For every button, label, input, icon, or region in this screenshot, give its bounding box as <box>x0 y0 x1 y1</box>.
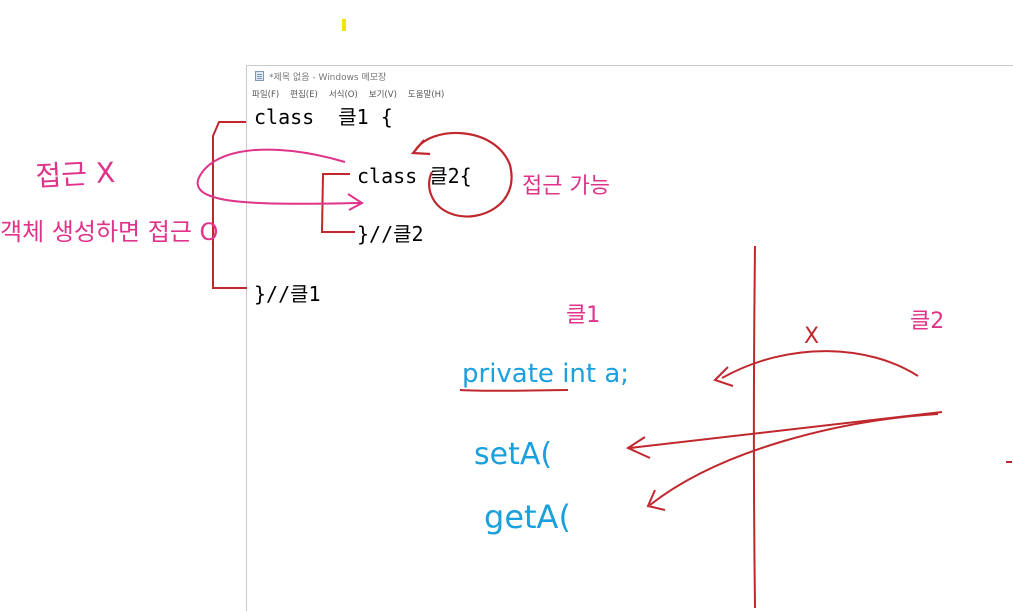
menu-bar: 파일(F) 편집(E) 서식(O) 보기(V) 도움말(H) <box>247 86 1013 102</box>
code-line-class2-close: }//클2 <box>357 222 424 246</box>
note-no-access: 접근 X <box>35 156 116 193</box>
menu-view[interactable]: 보기(V) <box>369 88 397 100</box>
title-bar[interactable]: *제목 없음 - Windows 메모장 <box>247 66 1013 86</box>
menu-file[interactable]: 파일(F) <box>252 88 279 100</box>
notepad-icon <box>255 71 265 81</box>
code-line-class1-close: }//클1 <box>254 282 321 306</box>
code-line-class2-open: class 클2{ <box>357 164 472 188</box>
text-editor-area[interactable]: class 클1 { class 클2{ }//클2 }//클1 <box>247 102 1013 612</box>
menu-format[interactable]: 서식(O) <box>329 88 358 100</box>
window-title: *제목 없음 - Windows 메모장 <box>269 72 387 83</box>
notepad-window[interactable]: *제목 없음 - Windows 메모장 파일(F) 편집(E) 서식(O) 보… <box>246 65 1013 611</box>
menu-help[interactable]: 도움말(H) <box>408 88 444 100</box>
text-cursor-marker <box>342 19 346 31</box>
note-object-access: 객체 생성하면 접근 O <box>0 218 218 246</box>
code-line-class1-open: class 클1 { <box>254 105 393 129</box>
class1-bracket <box>212 121 247 289</box>
menu-edit[interactable]: 편집(E) <box>290 88 318 100</box>
